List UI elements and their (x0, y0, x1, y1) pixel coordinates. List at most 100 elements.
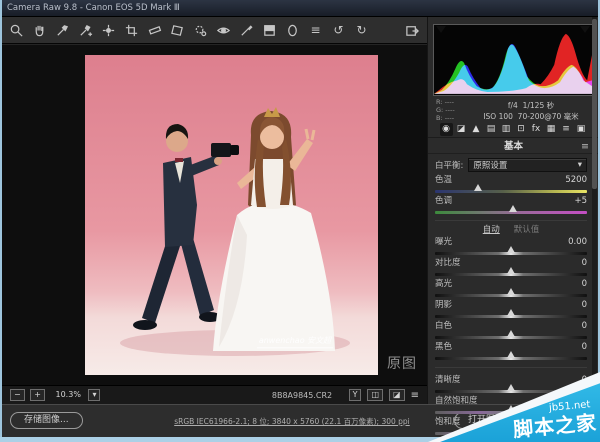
hand-tool-icon[interactable] (31, 22, 48, 39)
slider-value[interactable]: 0 (582, 258, 587, 268)
site-watermark: jb51.net 脚本之家 (428, 372, 600, 442)
tab-hsl-grayscale[interactable]: ▤ (485, 123, 498, 136)
slider-shadows: 阴影0 (435, 300, 587, 321)
slider-thumb[interactable] (507, 246, 515, 253)
tab-detail[interactable]: ▲ (470, 123, 483, 136)
zoom-tool-icon[interactable] (8, 22, 25, 39)
slider-track[interactable] (435, 190, 587, 193)
slider-track[interactable] (435, 315, 587, 318)
panel-tabs: ◉◪▲▤▥⊡fx▦≡▣ (428, 123, 599, 138)
tab-basic[interactable]: ◉ (440, 123, 453, 136)
radial-filter-tool-icon[interactable] (284, 22, 301, 39)
slider-track[interactable] (435, 273, 587, 276)
panel-menu-icon[interactable]: ≡ (581, 139, 589, 154)
tab-camera-calibration[interactable]: ▦ (545, 123, 558, 136)
workflow-options-link[interactable]: sRGB IEC61966-2.1; 8 位; 3840 x 5760 (22.… (142, 416, 442, 427)
image-canvas: anwenchao 安文超 原图 (2, 45, 427, 385)
slider-track[interactable] (435, 211, 587, 214)
adjustment-brush-tool-icon[interactable] (238, 22, 255, 39)
zoom-in-button[interactable]: + (30, 389, 45, 401)
shadow-clipping-indicator[interactable] (436, 26, 446, 33)
graduated-filter-tool-icon[interactable] (261, 22, 278, 39)
title-bar[interactable]: Camera Raw 9.8 - Canon EOS 5D Mark Ⅲ (0, 0, 600, 17)
slider-value[interactable]: 0.00 (568, 237, 587, 247)
rgb-readout-row: R: ---- (436, 98, 455, 106)
white-balance-dropdown[interactable]: 原照设置 ▾ (468, 158, 587, 172)
panel-scrollbar-thumb[interactable] (592, 19, 597, 189)
white-balance-label: 白平衡: (435, 159, 463, 171)
tab-effects[interactable]: fx (530, 123, 543, 136)
slider-blacks: 黑色0 (435, 342, 587, 363)
spot-removal-tool-icon[interactable] (192, 22, 209, 39)
crop-tool-icon[interactable] (123, 22, 140, 39)
photo-preview[interactable]: anwenchao 安文超 (85, 55, 378, 375)
slider-value[interactable]: +5 (574, 196, 587, 206)
preview-menu-icon[interactable]: ≡ (411, 390, 419, 401)
highlight-clipping-indicator[interactable] (580, 26, 590, 33)
default-link[interactable]: 默认值 (514, 223, 540, 235)
toggle-fullscreen-icon[interactable] (404, 22, 421, 39)
slider-label: 高光 (435, 279, 452, 289)
auto-link[interactable]: 自动 (483, 223, 500, 235)
exif-info: R: ----G: ----B: ---- f/4 1/125 秒 ISO 10… (433, 98, 593, 122)
swap-settings-button[interactable]: ◫ (367, 389, 383, 401)
preferences-icon[interactable]: ≡ (307, 22, 324, 39)
slider-value[interactable]: 0 (582, 342, 587, 352)
zoom-out-button[interactable]: − (10, 389, 25, 401)
slider-thumb[interactable] (509, 205, 517, 212)
slider-thumb[interactable] (507, 288, 515, 295)
zoom-controls: − + 10.3% ▾ (10, 389, 103, 401)
transform-tool-icon[interactable] (169, 22, 186, 39)
color-sampler-tool-icon[interactable] (77, 22, 94, 39)
auto-default-links: 自动 默认值 (435, 220, 587, 237)
before-after-cycle-button[interactable]: Y (349, 389, 362, 401)
photo-watermark-text: anwenchao 安文超 (259, 336, 333, 345)
targeted-adjustment-tool-icon[interactable] (100, 22, 117, 39)
slider-thumb[interactable] (507, 267, 515, 274)
tab-lens-corrections[interactable]: ⊡ (515, 123, 528, 136)
slider-label: 曝光 (435, 237, 452, 247)
slider-track[interactable] (435, 336, 587, 339)
rotate-right-icon[interactable]: ↻ (353, 22, 370, 39)
tab-split-toning[interactable]: ▥ (500, 123, 513, 136)
white-balance-value: 原照设置 (473, 159, 507, 171)
slider-label: 白色 (435, 321, 452, 331)
adjustments-panel: R: ----G: ----B: ---- f/4 1/125 秒 ISO 10… (427, 17, 598, 404)
tab-snapshots[interactable]: ▣ (575, 123, 588, 136)
slider-track[interactable] (435, 252, 587, 255)
slider-track[interactable] (435, 357, 587, 360)
status-bar: − + 10.3% ▾ 8B8A9845.CR2 Y ◫ ◪ ≡ (2, 385, 427, 404)
panel-scrollbar[interactable] (592, 17, 597, 404)
tone-sliders: 曝光0.00对比度0高光0阴影0白色0黑色0 (435, 237, 587, 363)
slider-highlights: 高光 0 (435, 279, 587, 300)
slider-value[interactable]: 5200 (565, 175, 587, 185)
rgb-readout: R: ----G: ----B: ---- (436, 98, 455, 122)
slider-contrast: 对比度0 (435, 258, 587, 279)
exif-line-2: ISO 100 70-200@70 毫米 (471, 111, 591, 122)
slider-temperature: 色温 5200 (435, 175, 587, 196)
zoom-level-dropdown-caret[interactable]: ▾ (88, 389, 100, 401)
slider-value[interactable]: 0 (582, 321, 587, 331)
tab-tone-curve[interactable]: ◪ (455, 123, 468, 136)
save-image-button[interactable]: 存储图像... (10, 412, 83, 429)
red-eye-removal-tool-icon[interactable] (215, 22, 232, 39)
slider-thumb[interactable] (474, 184, 482, 191)
slider-label: 色温 (435, 175, 452, 185)
slider-thumb[interactable] (507, 330, 515, 337)
rotate-left-icon[interactable]: ↺ (330, 22, 347, 39)
window-title: Camera Raw 9.8 - Canon EOS 5D Mark Ⅲ (7, 3, 180, 13)
slider-label: 色调 (435, 196, 452, 206)
white-balance-tool-icon[interactable] (54, 22, 71, 39)
straighten-tool-icon[interactable] (146, 22, 163, 39)
camera-raw-window: Camera Raw 9.8 - Canon EOS 5D Mark Ⅲ ≡ ↺… (0, 0, 600, 442)
copy-settings-button[interactable]: ◪ (389, 389, 405, 401)
slider-value[interactable]: 0 (582, 279, 587, 289)
zoom-level-value[interactable]: 10.3% (53, 390, 84, 400)
slider-exposure: 曝光 0.00 (435, 237, 587, 258)
tab-presets[interactable]: ≡ (560, 123, 573, 136)
slider-track[interactable] (435, 294, 587, 297)
slider-thumb[interactable] (507, 351, 515, 358)
slider-thumb[interactable] (507, 309, 515, 316)
chevron-down-icon: ▾ (578, 160, 582, 170)
slider-value[interactable]: 0 (582, 300, 587, 310)
